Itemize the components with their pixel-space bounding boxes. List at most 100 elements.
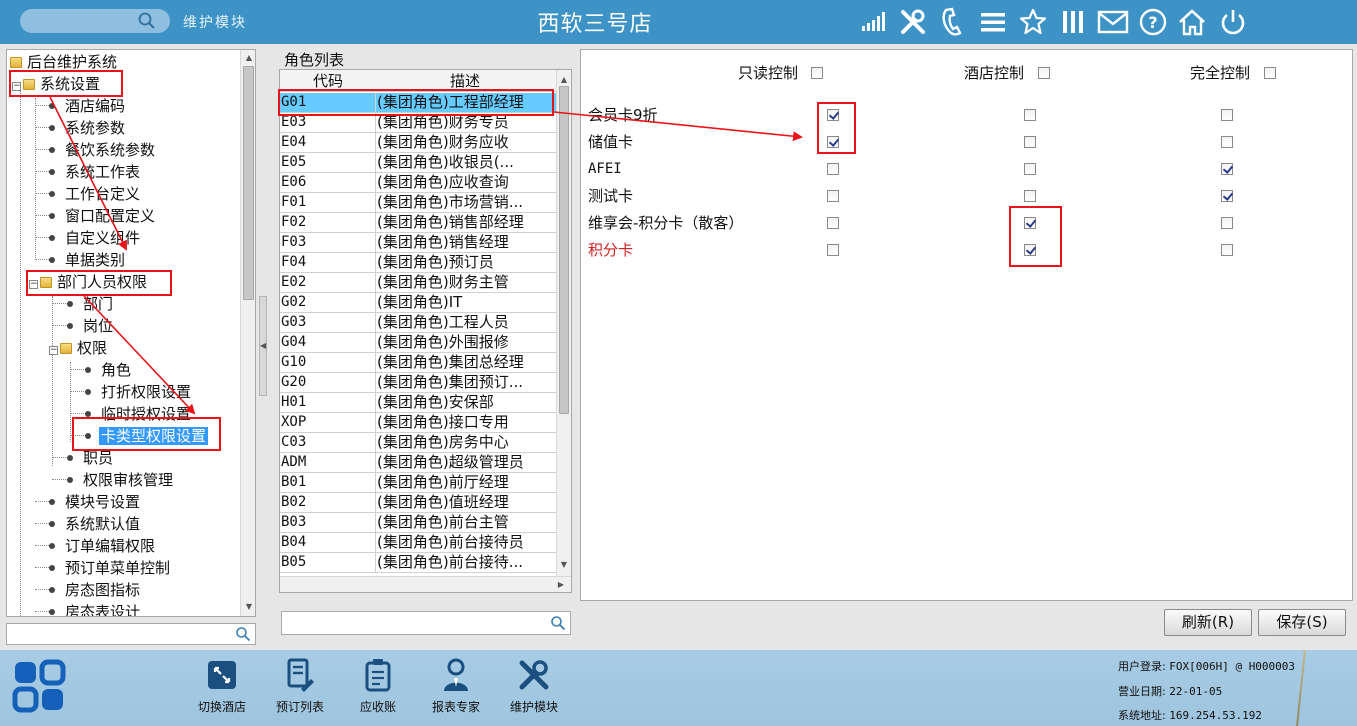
top-bar: 维护模块 西软三号店 ? xyxy=(0,0,1357,44)
role-code-cell: B04 xyxy=(280,533,376,553)
taskbar-button-switch-hotel[interactable]: 切换酒店 xyxy=(187,658,257,715)
readonly-checkbox[interactable] xyxy=(827,190,839,202)
role-row[interactable]: G10 (集团角色)集团总经理 xyxy=(280,353,556,373)
tree-node-reservation-menu[interactable]: 预订单菜单控制 xyxy=(49,557,172,579)
hotel-checkbox[interactable] xyxy=(1024,163,1036,175)
panel-splitter[interactable]: ◀ xyxy=(259,296,267,396)
readonly-checkbox[interactable] xyxy=(827,163,839,175)
tree-node-dining-params[interactable]: 餐饮系统参数 xyxy=(49,139,157,161)
tree-node-system-params[interactable]: 系统参数 xyxy=(49,117,127,139)
role-search-input[interactable] xyxy=(281,611,571,635)
search-icon[interactable] xyxy=(235,626,251,646)
hotel-checkbox[interactable] xyxy=(1024,190,1036,202)
role-row[interactable]: E06 (集团角色)应收查询 xyxy=(280,173,556,193)
refresh-button[interactable]: 刷新(R) xyxy=(1164,609,1252,636)
role-row[interactable]: G04 (集团角色)外围报修 xyxy=(280,333,556,353)
tree-node-order-edit-permission[interactable]: 订单编辑权限 xyxy=(49,535,157,557)
taskbar-button-reservation-list[interactable]: 预订列表 xyxy=(265,658,335,715)
full-checkbox[interactable] xyxy=(1221,217,1233,229)
role-row[interactable]: F04 (集团角色)预订员 xyxy=(280,253,556,273)
taskbar-button-maintenance[interactable]: 维护模块 xyxy=(499,658,569,715)
readonly-checkbox[interactable] xyxy=(827,244,839,256)
mail-icon[interactable] xyxy=(1096,5,1130,39)
tree-node-permission-audit[interactable]: 权限审核管理 xyxy=(67,469,175,491)
role-list-hscrollbar[interactable]: ▶ xyxy=(280,576,571,592)
role-row[interactable]: C03 (集团角色)房务中心 xyxy=(280,433,556,453)
role-row[interactable]: H01 (集团角色)安保部 xyxy=(280,393,556,413)
tree-node-room-chart-index[interactable]: 房态图指标 xyxy=(49,579,142,601)
tree-node-position[interactable]: 岗位 xyxy=(67,315,115,337)
tree-node-discount-permission[interactable]: 打折权限设置 xyxy=(85,381,193,403)
home-icon[interactable] xyxy=(1176,5,1210,39)
menu-icon[interactable] xyxy=(976,5,1010,39)
role-scroll-thumb[interactable] xyxy=(559,86,569,414)
role-row[interactable]: ADM (集团角色)超级管理员 xyxy=(280,453,556,473)
tree-scroll-thumb[interactable] xyxy=(243,66,254,300)
role-list-scrollbar[interactable]: ▲ ▼ xyxy=(556,70,571,576)
role-row[interactable]: E05 (集团角色)收银员(... xyxy=(280,153,556,173)
taskbar-button-receivable[interactable]: 应收账 xyxy=(343,658,413,715)
full-checkbox[interactable] xyxy=(1221,109,1233,121)
app-logo-icon[interactable] xyxy=(12,659,66,717)
hotel-checkbox[interactable] xyxy=(1024,109,1036,121)
tree-node-room-table-design[interactable]: 房态表设计 xyxy=(49,601,142,616)
full-checkbox[interactable] xyxy=(1221,244,1233,256)
tree-node-system-worksheet[interactable]: 系统工作表 xyxy=(49,161,142,183)
tree-node-module-number[interactable]: 模块号设置 xyxy=(49,491,142,513)
tree-search-input[interactable] xyxy=(6,623,256,645)
search-icon[interactable] xyxy=(550,615,566,635)
role-row[interactable]: F01 (集团角色)市场营销... xyxy=(280,193,556,213)
role-row[interactable]: XOP (集团角色)接口专用 xyxy=(280,413,556,433)
power-icon[interactable] xyxy=(1216,5,1250,39)
scroll-down-icon[interactable]: ▼ xyxy=(242,600,255,614)
role-row[interactable]: B05 (集团角色)前台接待... xyxy=(280,553,556,573)
hotel-all-checkbox[interactable] xyxy=(1038,67,1050,79)
tree-node-custom-component[interactable]: 自定义组件 xyxy=(49,227,142,249)
tools-icon[interactable] xyxy=(896,5,930,39)
search-icon[interactable] xyxy=(137,11,157,35)
save-button[interactable]: 保存(S) xyxy=(1258,609,1346,636)
collapse-icon[interactable]: − xyxy=(49,346,58,355)
readonly-all-checkbox[interactable] xyxy=(811,67,823,79)
bullet-icon xyxy=(49,103,55,109)
role-row[interactable]: G03 (集团角色)工程人员 xyxy=(280,313,556,333)
tree-node-workbench-def[interactable]: 工作台定义 xyxy=(49,183,142,205)
role-row[interactable]: G20 (集团角色)集团预订... xyxy=(280,373,556,393)
tree-node-doc-category[interactable]: 单据类别 xyxy=(49,249,127,271)
role-row[interactable]: B01 (集团角色)前厅经理 xyxy=(280,473,556,493)
tree-scrollbar[interactable]: ▲ ▼ xyxy=(240,50,255,616)
hotel-checkbox[interactable] xyxy=(1024,136,1036,148)
tree-node-hotel-code[interactable]: 酒店编码 xyxy=(49,95,127,117)
help-icon[interactable]: ? xyxy=(1136,5,1170,39)
scroll-right-icon[interactable]: ▶ xyxy=(554,578,568,592)
scroll-up-icon[interactable]: ▲ xyxy=(557,73,571,87)
columns-icon[interactable] xyxy=(1056,5,1090,39)
signal-icon[interactable] xyxy=(856,5,890,39)
star-icon[interactable] xyxy=(1016,5,1050,39)
readonly-checkbox[interactable] xyxy=(827,217,839,229)
role-row[interactable]: E04 (集团角色)财务应收 xyxy=(280,133,556,153)
scroll-down-icon[interactable]: ▼ xyxy=(557,558,571,572)
tree-node-role[interactable]: 角色 xyxy=(85,359,133,381)
full-checkbox[interactable] xyxy=(1221,190,1233,202)
role-row[interactable]: F03 (集团角色)销售经理 xyxy=(280,233,556,253)
tree-node-system-defaults[interactable]: 系统默认值 xyxy=(49,513,142,535)
role-row[interactable]: E02 (集团角色)财务主管 xyxy=(280,273,556,293)
tree-node-department[interactable]: 部门 xyxy=(67,293,115,315)
taskbar-button-report-expert[interactable]: 报表专家 xyxy=(421,658,491,715)
role-row[interactable]: E03 (集团角色)财务专员 xyxy=(280,113,556,133)
full-all-checkbox[interactable] xyxy=(1264,67,1276,79)
full-checkbox[interactable] xyxy=(1221,136,1233,148)
tree-node-window-config[interactable]: 窗口配置定义 xyxy=(49,205,157,227)
role-row[interactable]: B02 (集团角色)值班经理 xyxy=(280,493,556,513)
tree-node-permissions[interactable]: − 权限 xyxy=(49,337,109,359)
role-row[interactable]: F02 (集团角色)销售部经理 xyxy=(280,213,556,233)
phone-icon[interactable] xyxy=(936,5,970,39)
module-search-input[interactable] xyxy=(20,9,170,33)
scroll-up-icon[interactable]: ▲ xyxy=(242,51,255,65)
role-row[interactable]: B03 (集团角色)前台主管 xyxy=(280,513,556,533)
role-row[interactable]: G02 (集团角色)IT xyxy=(280,293,556,313)
full-checkbox[interactable] xyxy=(1221,163,1233,175)
role-row[interactable]: B04 (集团角色)前台接待员 xyxy=(280,533,556,553)
role-desc-cell: (集团角色)应收查询 xyxy=(377,173,509,191)
